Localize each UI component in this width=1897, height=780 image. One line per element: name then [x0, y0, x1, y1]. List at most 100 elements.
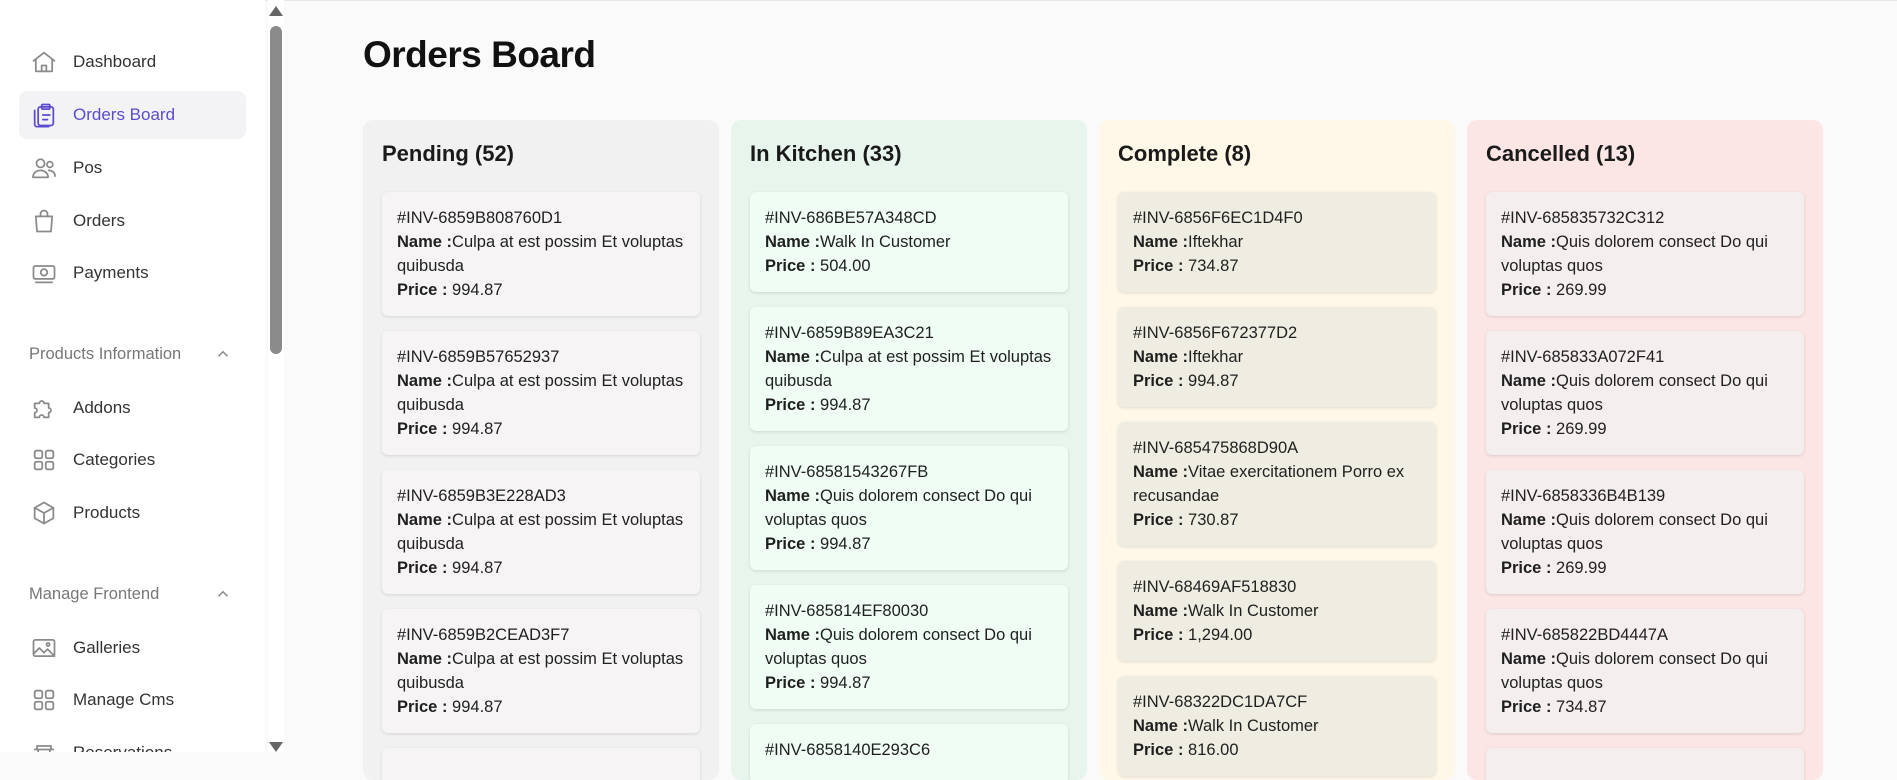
column-title: In Kitchen (33) — [750, 141, 902, 166]
sidebar-item-label: Products — [73, 503, 141, 522]
sidebar-item-products[interactable]: Products — [19, 489, 246, 537]
sidebar-item-categories[interactable]: Categories — [19, 436, 246, 484]
order-card[interactable] — [382, 748, 700, 780]
sidebar-item-label: Reservations — [73, 743, 172, 752]
order-card[interactable]: #INV-685835732C312 Name :Quis dolorem co… — [1486, 192, 1804, 316]
sidebar-item-label: Pos — [73, 158, 103, 177]
customer-name: Iftekhar — [1188, 233, 1244, 251]
top-border — [0, 0, 1897, 1]
order-price: 994.87 — [452, 420, 503, 438]
sidebar-item-payments[interactable]: Payments — [19, 249, 246, 297]
order-id: #INV-6859B2CEAD3F7 — [397, 626, 570, 644]
name-label: Name : — [765, 487, 821, 505]
order-card[interactable]: #INV-6859B808760D1 Name :Culpa at est po… — [382, 192, 700, 316]
order-card[interactable]: #INV-6858336B4B139 Name :Quis dolorem co… — [1486, 470, 1804, 594]
name-label: Name : — [1133, 717, 1189, 735]
order-price: 730.87 — [1188, 511, 1239, 529]
order-card[interactable]: #INV-6859B3E228AD3 Name :Culpa at est po… — [382, 470, 700, 594]
image-icon — [27, 631, 61, 665]
home-icon — [27, 45, 61, 79]
order-card[interactable]: #INV-6859B2CEAD3F7 Name :Culpa at est po… — [382, 609, 700, 733]
chevron-up-icon — [217, 350, 229, 357]
price-label: Price : — [397, 281, 448, 299]
order-card[interactable]: #INV-685475868D90A Name :Vitae exercitat… — [1118, 422, 1436, 546]
section-products-information[interactable]: Products Information — [29, 340, 234, 368]
clipboard-icon — [27, 98, 61, 132]
sidebar-item-orders-board[interactable]: Orders Board — [19, 91, 246, 139]
order-id: #INV-68581543267FB — [765, 463, 929, 481]
order-id: #INV-6859B808760D1 — [397, 209, 563, 227]
price-label: Price : — [1133, 372, 1184, 390]
column-in-kitchen: In Kitchen (33) #INV-686BE57A348CD Name … — [731, 120, 1087, 780]
sidebar-item-galleries[interactable]: Galleries — [19, 624, 246, 672]
order-card[interactable]: #INV-6859B57652937 Name :Culpa at est po… — [382, 331, 700, 455]
name-label: Name : — [765, 233, 821, 251]
column-complete: Complete (8) #INV-6856F6EC1D4F0 Name :If… — [1099, 120, 1455, 780]
order-card[interactable]: #INV-685833A072F41 Name :Quis dolorem co… — [1486, 331, 1804, 455]
name-label: Name : — [1501, 511, 1557, 529]
order-price: 994.87 — [820, 674, 871, 692]
name-label: Name : — [765, 348, 821, 366]
sidebar-item-addons[interactable]: Addons — [19, 384, 246, 432]
name-label: Name : — [397, 511, 453, 529]
shopping-bag-icon — [27, 204, 61, 238]
sidebar-item-dashboard[interactable]: Dashboard — [19, 38, 246, 86]
order-card[interactable]: #INV-68322DC1DA7CF Name :Walk In Custome… — [1118, 676, 1436, 776]
order-id: #INV-686BE57A348CD — [765, 209, 937, 227]
order-card[interactable]: #INV-686BE57A348CD Name :Walk In Custome… — [750, 192, 1068, 292]
order-card[interactable]: #INV-6856F672377D2 Name :Iftekhar Price … — [1118, 307, 1436, 407]
name-label: Name : — [397, 372, 453, 390]
sidebar-item-label: Galleries — [73, 638, 141, 657]
section-manage-frontend[interactable]: Manage Frontend — [29, 580, 234, 608]
customer-name: Walk In Customer — [820, 233, 951, 251]
column-pending: Pending (52) #INV-6859B808760D1 Name :Cu… — [363, 120, 719, 780]
name-label: Name : — [1501, 650, 1557, 668]
order-id: #INV-6859B57652937 — [397, 348, 560, 366]
order-price: 994.87 — [452, 698, 503, 716]
scroll-down-arrow-icon[interactable] — [269, 742, 283, 752]
users-icon — [27, 151, 61, 185]
page-title: Orders Board — [363, 34, 596, 75]
price-label: Price : — [1501, 559, 1552, 577]
name-label: Name : — [397, 233, 453, 251]
scrollbar-thumb[interactable] — [270, 26, 282, 354]
order-card[interactable]: #INV-6856F6EC1D4F0 Name :Iftekhar Price … — [1118, 192, 1436, 292]
order-id: #INV-685833A072F41 — [1501, 348, 1665, 366]
sidebar-item-orders[interactable]: Orders — [19, 197, 246, 245]
order-id: #INV-6859B3E228AD3 — [397, 487, 566, 505]
order-price: 269.99 — [1556, 281, 1607, 299]
order-id: #INV-6856F672377D2 — [1133, 324, 1298, 342]
sidebar-item-label: Manage Cms — [73, 690, 175, 709]
name-label: Name : — [1133, 602, 1189, 620]
order-card[interactable]: #INV-68581543267FB Name :Quis dolorem co… — [750, 446, 1068, 570]
name-label: Name : — [1501, 233, 1557, 251]
grid-icon — [27, 683, 61, 717]
sidebar-item-manage-cms[interactable]: Manage Cms — [19, 676, 246, 724]
order-card[interactable]: #INV-6858140E293C6 — [750, 724, 1068, 780]
price-label: Price : — [1501, 281, 1552, 299]
order-card[interactable] — [1486, 748, 1804, 780]
price-label: Price : — [1133, 511, 1184, 529]
sidebar-item-label: Orders Board — [73, 105, 176, 124]
sidebar-item-reservations[interactable]: Reservations — [19, 729, 246, 752]
order-id: #INV-685814EF80030 — [765, 602, 929, 620]
order-id: #INV-685835732C312 — [1501, 209, 1665, 227]
order-price: 734.87 — [1556, 698, 1607, 716]
order-card[interactable]: #INV-685822BD4447A Name :Quis dolorem co… — [1486, 609, 1804, 733]
scroll-up-arrow-icon[interactable] — [269, 6, 283, 16]
name-label: Name : — [1501, 372, 1557, 390]
sidebar-item-pos[interactable]: Pos — [19, 144, 246, 192]
order-card[interactable]: #INV-68469AF518830 Name :Walk In Custome… — [1118, 561, 1436, 661]
price-label: Price : — [1133, 257, 1184, 275]
order-price: 994.87 — [452, 281, 503, 299]
table-icon — [27, 736, 61, 752]
sidebar-item-label: Orders — [73, 211, 125, 230]
price-label: Price : — [1133, 741, 1184, 759]
order-id: #INV-68322DC1DA7CF — [1133, 693, 1308, 711]
order-price: 504.00 — [820, 257, 871, 275]
price-label: Price : — [1501, 698, 1552, 716]
price-label: Price : — [397, 420, 448, 438]
order-card[interactable]: #INV-685814EF80030 Name :Quis dolorem co… — [750, 585, 1068, 709]
order-card[interactable]: #INV-6859B89EA3C21 Name :Culpa at est po… — [750, 307, 1068, 431]
name-label: Name : — [1133, 348, 1189, 366]
